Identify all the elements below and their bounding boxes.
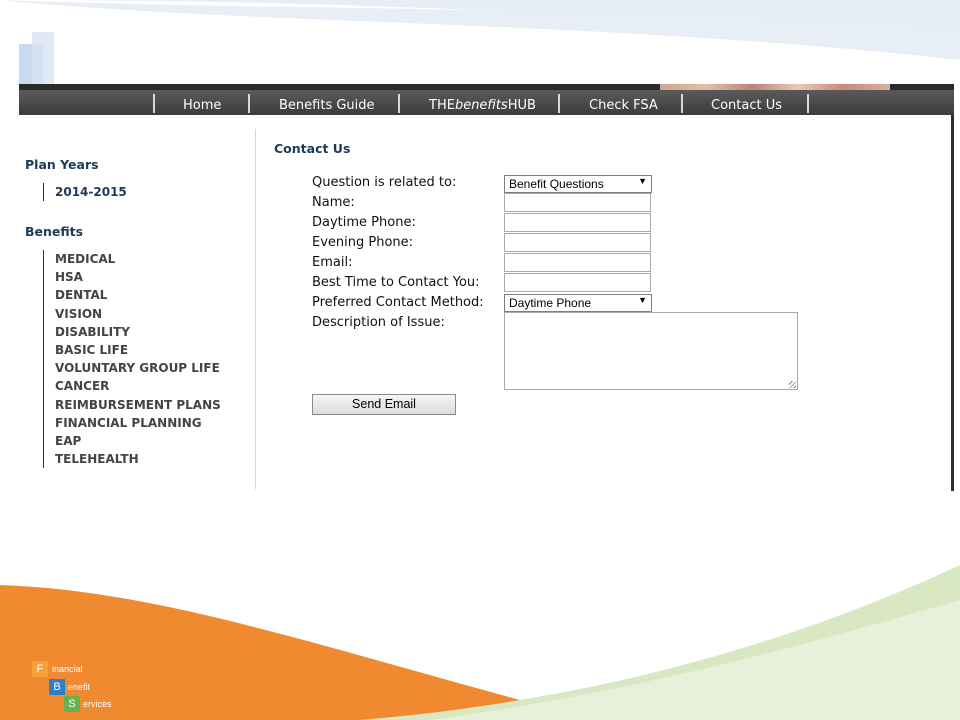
logo-letter-b: B <box>49 679 65 695</box>
nav-contact-us[interactable]: Contact Us <box>711 98 782 113</box>
chevron-down-icon: ▼ <box>638 176 647 186</box>
description-textarea[interactable] <box>504 312 798 390</box>
nav-hub-prefix: THE <box>429 98 455 113</box>
best-time-field[interactable] <box>504 273 651 292</box>
description-label: Description of Issue: <box>312 315 445 330</box>
benefit-link-hsa[interactable]: HSA <box>55 268 221 286</box>
nav-benefits-guide[interactable]: Benefits Guide <box>279 98 375 113</box>
nav-separator <box>807 94 809 113</box>
logo-text-services: ervices <box>83 699 112 709</box>
sidebar-divider <box>255 129 256 489</box>
benefit-link-voluntary-group-life[interactable]: VOLUNTARY GROUP LIFE <box>55 359 221 377</box>
plan-years-list: 2014-2015 <box>43 183 127 202</box>
daytime-phone-field[interactable] <box>504 213 651 232</box>
chevron-down-icon: ▼ <box>638 295 647 305</box>
contact-method-select[interactable]: Daytime Phone ▼ <box>504 294 652 312</box>
nav-hub-italic: benefits <box>454 98 508 113</box>
header-photo-strip <box>660 84 890 90</box>
email-field[interactable] <box>504 253 651 272</box>
daytime-phone-label: Daytime Phone: <box>312 215 416 230</box>
resize-handle-icon[interactable] <box>789 381 796 388</box>
nav-separator <box>248 94 250 113</box>
nav-separator <box>558 94 560 113</box>
best-time-label: Best Time to Contact You: <box>312 275 480 290</box>
nav-check-fsa[interactable]: Check FSA <box>589 98 658 113</box>
email-label: Email: <box>312 255 353 270</box>
evening-phone-field[interactable] <box>504 233 651 252</box>
nav-separator <box>681 94 683 113</box>
benefit-link-financial-planning[interactable]: FINANCIAL PLANNING <box>55 414 221 432</box>
benefits-list: MEDICAL HSA DENTAL VISION DISABILITY BAS… <box>43 250 221 469</box>
question-select-value: Benefit Questions <box>509 177 604 191</box>
benefit-link-vision[interactable]: VISION <box>55 305 221 323</box>
nav-separator <box>153 94 155 113</box>
benefit-link-telehealth[interactable]: TELEHEALTH <box>55 450 221 468</box>
benefit-link-medical[interactable]: MEDICAL <box>55 250 221 268</box>
benefit-link-eap[interactable]: EAP <box>55 432 221 450</box>
question-label: Question is related to: <box>312 175 457 190</box>
plan-year-item[interactable]: 2014-2015 <box>55 183 127 201</box>
nav-benefits-hub[interactable]: THEbenefitsHUB <box>429 98 536 113</box>
benefit-link-reimbursement-plans[interactable]: REIMBURSEMENT PLANS <box>55 396 221 414</box>
logo-text-benefit: enefit <box>68 682 91 692</box>
benefit-link-disability[interactable]: DISABILITY <box>55 323 221 341</box>
benefit-link-dental[interactable]: DENTAL <box>55 286 221 304</box>
nav-hub-suffix: HUB <box>507 98 536 113</box>
benefit-link-cancer[interactable]: CANCER <box>55 377 221 395</box>
logo-letter-f: F <box>32 661 48 677</box>
benefits-heading: Benefits <box>25 224 84 239</box>
company-logo: F B S inancial enefit ervices <box>28 661 128 716</box>
contact-method-label: Preferred Contact Method: <box>312 295 484 310</box>
question-select[interactable]: Benefit Questions ▼ <box>504 175 652 193</box>
logo-text-financial: inancial <box>52 664 83 674</box>
benefit-link-basic-life[interactable]: BASIC LIFE <box>55 341 221 359</box>
plan-years-heading: Plan Years <box>25 157 99 172</box>
nav-home[interactable]: Home <box>183 98 221 113</box>
page-content: Plan Years 2014-2015 Benefits MEDICAL HS… <box>19 115 954 491</box>
nav-separator <box>398 94 400 113</box>
name-field[interactable] <box>504 193 651 212</box>
logo-letter-s: S <box>64 696 80 712</box>
contact-method-select-value: Daytime Phone <box>509 296 592 310</box>
send-email-button[interactable]: Send Email <box>312 394 456 415</box>
form-title: Contact Us <box>274 141 351 156</box>
content-right-edge <box>951 115 954 491</box>
name-label: Name: <box>312 195 355 210</box>
evening-phone-label: Evening Phone: <box>312 235 414 250</box>
